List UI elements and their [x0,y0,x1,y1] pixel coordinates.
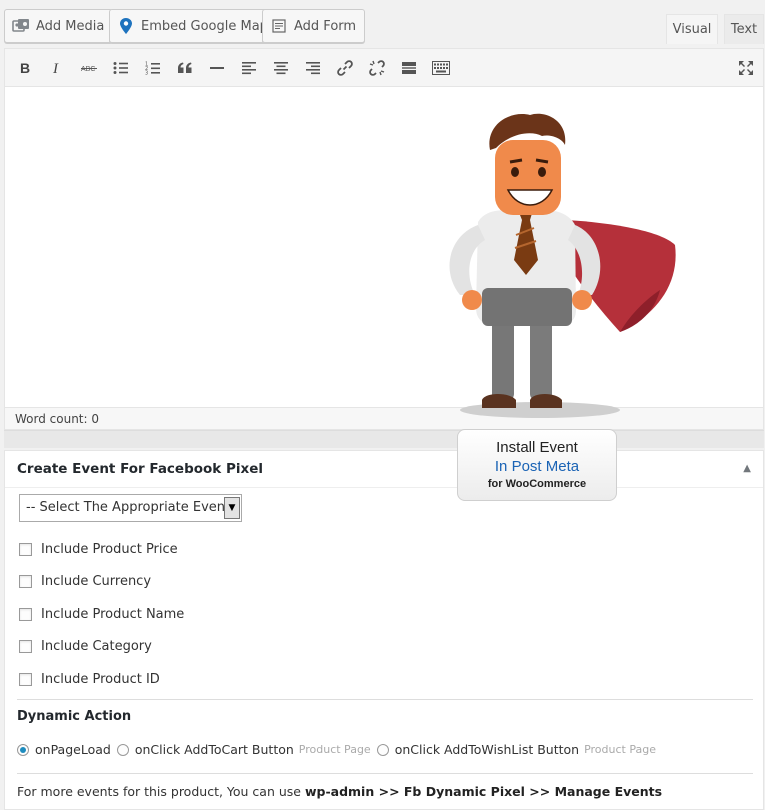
collapse-toggle-icon[interactable]: ▲ [743,463,751,474]
radio-onpageload[interactable] [17,743,29,756]
checkbox-box[interactable] [19,542,32,556]
strikethrough-icon[interactable]: ABC [76,55,102,81]
add-form-label: Add Form [294,18,357,34]
add-media-label: Add Media [36,18,105,34]
event-select[interactable]: -- Select The Appropriate Event ▼ [19,494,242,522]
radio-label: onClick AddToCart Button [134,742,294,757]
add-media-button[interactable]: Add Media [4,9,114,43]
horizontal-rule-icon[interactable] [204,55,230,81]
blockquote-icon[interactable] [172,55,198,81]
media-icon [12,17,30,35]
read-more-icon[interactable] [396,55,422,81]
metabox-header[interactable]: Create Event For Facebook Pixel ▲ [5,451,763,488]
chevron-down-icon: ▼ [224,497,240,519]
align-left-icon[interactable] [236,55,262,81]
checkbox-product-price[interactable]: Include Product Price [19,540,178,558]
embed-google-map-button[interactable]: Embed Google Map [109,9,277,43]
install-event-promo-badge[interactable]: Install Event In Post Meta for WooCommer… [457,429,617,501]
svg-text:B: B [20,61,30,75]
checkbox-box[interactable] [19,574,32,588]
dynamic-action-title: Dynamic Action [17,709,132,724]
link-icon[interactable] [332,55,358,81]
add-form-button[interactable]: Add Form [262,9,366,43]
checkbox-label: Include Product Price [41,541,178,557]
editor-toolbar: B I ABC 123 [5,49,763,87]
checkbox-label: Include Category [41,638,152,654]
unlink-icon[interactable] [364,55,390,81]
svg-text:3: 3 [145,70,148,76]
facebook-pixel-metabox: Create Event For Facebook Pixel ▲ -- Sel… [4,450,764,810]
align-right-icon[interactable] [300,55,326,81]
divider [17,699,753,700]
editor-resize-handle[interactable] [4,430,764,448]
checkbox-label: Include Currency [41,573,152,589]
toolbar-toggle-icon[interactable] [428,55,454,81]
promo-line-1: Install Event [496,439,578,456]
tab-text[interactable]: Text [724,14,764,44]
promo-line-2: In Post Meta [494,458,580,475]
fullscreen-icon[interactable] [733,55,759,81]
checkbox-category[interactable]: Include Category [19,637,152,655]
form-icon [270,17,288,35]
checkbox-box[interactable] [19,672,32,686]
superhero-mascot-illustration [449,113,676,418]
checkbox-product-name[interactable]: Include Product Name [19,605,184,623]
radio-hint: Product Page [298,743,371,756]
footer-path: wp-admin >> Fb Dynamic Pixel >> Manage E… [304,784,663,799]
map-pin-icon [117,17,135,35]
italic-icon[interactable]: I [44,55,70,81]
numbered-list-icon[interactable]: 123 [140,55,166,81]
svg-text:I: I [52,61,59,75]
radio-label: onPageLoad [35,742,111,757]
footer-note: For more events for this product, You ca… [17,784,662,799]
media-buttons-bar: Add Media Embed Google Map Add Form Visu… [0,0,765,48]
promo-line-3: for WooCommerce [487,478,587,490]
svg-text:ABC: ABC [81,66,95,73]
metabox-title: Create Event For Facebook Pixel [17,461,263,477]
checkbox-box[interactable] [19,607,32,621]
checkbox-box[interactable] [19,639,32,653]
checkbox-label: Include Product ID [41,671,160,687]
radio-addtocart[interactable] [116,743,129,756]
bold-icon[interactable]: B [12,55,38,81]
divider [17,773,753,774]
bullet-list-icon[interactable] [108,55,134,81]
dynamic-action-options: onPageLoad onClick AddToCart Button Prod… [17,742,662,757]
embed-map-label: Embed Google Map [141,18,268,34]
footer-prefix: For more events for this product, You ca… [17,784,305,799]
checkbox-currency[interactable]: Include Currency [19,572,151,590]
event-select-value: -- Select The Appropriate Event [26,500,231,515]
checkbox-label: Include Product Name [41,606,185,622]
checkbox-product-id[interactable]: Include Product ID [19,670,160,688]
radio-hint: Product Page [584,743,656,756]
tab-visual[interactable]: Visual [666,14,718,44]
radio-addtowishlist[interactable] [376,743,389,756]
radio-label: onClick AddToWishList Button [394,742,580,757]
align-center-icon[interactable] [268,55,294,81]
